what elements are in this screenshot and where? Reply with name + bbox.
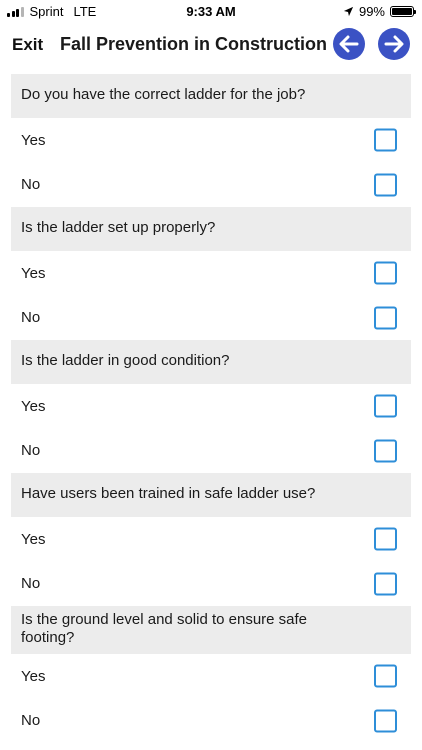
checkbox[interactable] [374, 306, 397, 330]
arrow-left-icon [339, 35, 359, 53]
nav-bar: Exit Fall Prevention in Construction [0, 24, 422, 66]
checkbox[interactable] [374, 394, 397, 418]
answer-yes-5[interactable]: Yes [11, 654, 411, 699]
answer-yes-3[interactable]: Yes [11, 384, 411, 429]
checkbox[interactable] [374, 527, 397, 551]
question-text: Is the ground level and solid to ensure … [21, 611, 308, 646]
checkbox[interactable] [374, 439, 397, 463]
answer-label: Yes [21, 667, 46, 685]
checklist: Do you have the correct ladder for the j… [11, 74, 411, 743]
answer-label: No [21, 442, 41, 460]
answer-no-1[interactable]: No [11, 163, 411, 208]
checkbox[interactable] [374, 664, 397, 688]
answer-no-4[interactable]: No [11, 562, 411, 607]
answer-label: Yes [21, 131, 46, 149]
battery-fill [392, 8, 412, 15]
answer-label: Yes [21, 530, 46, 548]
next-button[interactable] [378, 28, 410, 60]
answer-label: No [21, 712, 41, 730]
answer-label: Yes [21, 264, 46, 282]
previous-button[interactable] [333, 28, 365, 60]
battery-icon [390, 6, 416, 17]
answer-no-5[interactable]: No [11, 699, 411, 744]
checkbox[interactable] [374, 173, 397, 197]
answer-label: No [21, 176, 41, 194]
answer-yes-4[interactable]: Yes [11, 517, 411, 562]
exit-button[interactable]: Exit [12, 35, 43, 55]
answer-label: Yes [21, 397, 46, 415]
question-2: Is the ladder set up properly? [11, 207, 411, 251]
question-5: Is the ground level and solid to ensure … [11, 606, 411, 654]
arrow-right-icon [384, 35, 404, 53]
status-bar: Sprint LTE 9:33 AM 99% [0, 0, 422, 24]
checkbox[interactable] [374, 572, 397, 596]
question-4: Have users been trained in safe ladder u… [11, 473, 411, 517]
question-1: Do you have the correct ladder for the j… [11, 74, 411, 118]
status-right: 99% [343, 4, 416, 19]
answer-label: No [21, 575, 41, 593]
answer-no-2[interactable]: No [11, 296, 411, 341]
battery-percent: 99% [358, 4, 385, 19]
page-title: Fall Prevention in Construction [60, 34, 328, 54]
answer-label: No [21, 309, 41, 327]
answer-no-3[interactable]: No [11, 429, 411, 474]
answer-yes-1[interactable]: Yes [11, 118, 411, 163]
checkbox[interactable] [374, 261, 397, 285]
question-3: Is the ladder in good condition? [11, 340, 411, 384]
checkbox[interactable] [374, 709, 397, 733]
location-arrow-icon [343, 6, 354, 17]
checkbox[interactable] [374, 128, 397, 152]
answer-yes-2[interactable]: Yes [11, 251, 411, 296]
